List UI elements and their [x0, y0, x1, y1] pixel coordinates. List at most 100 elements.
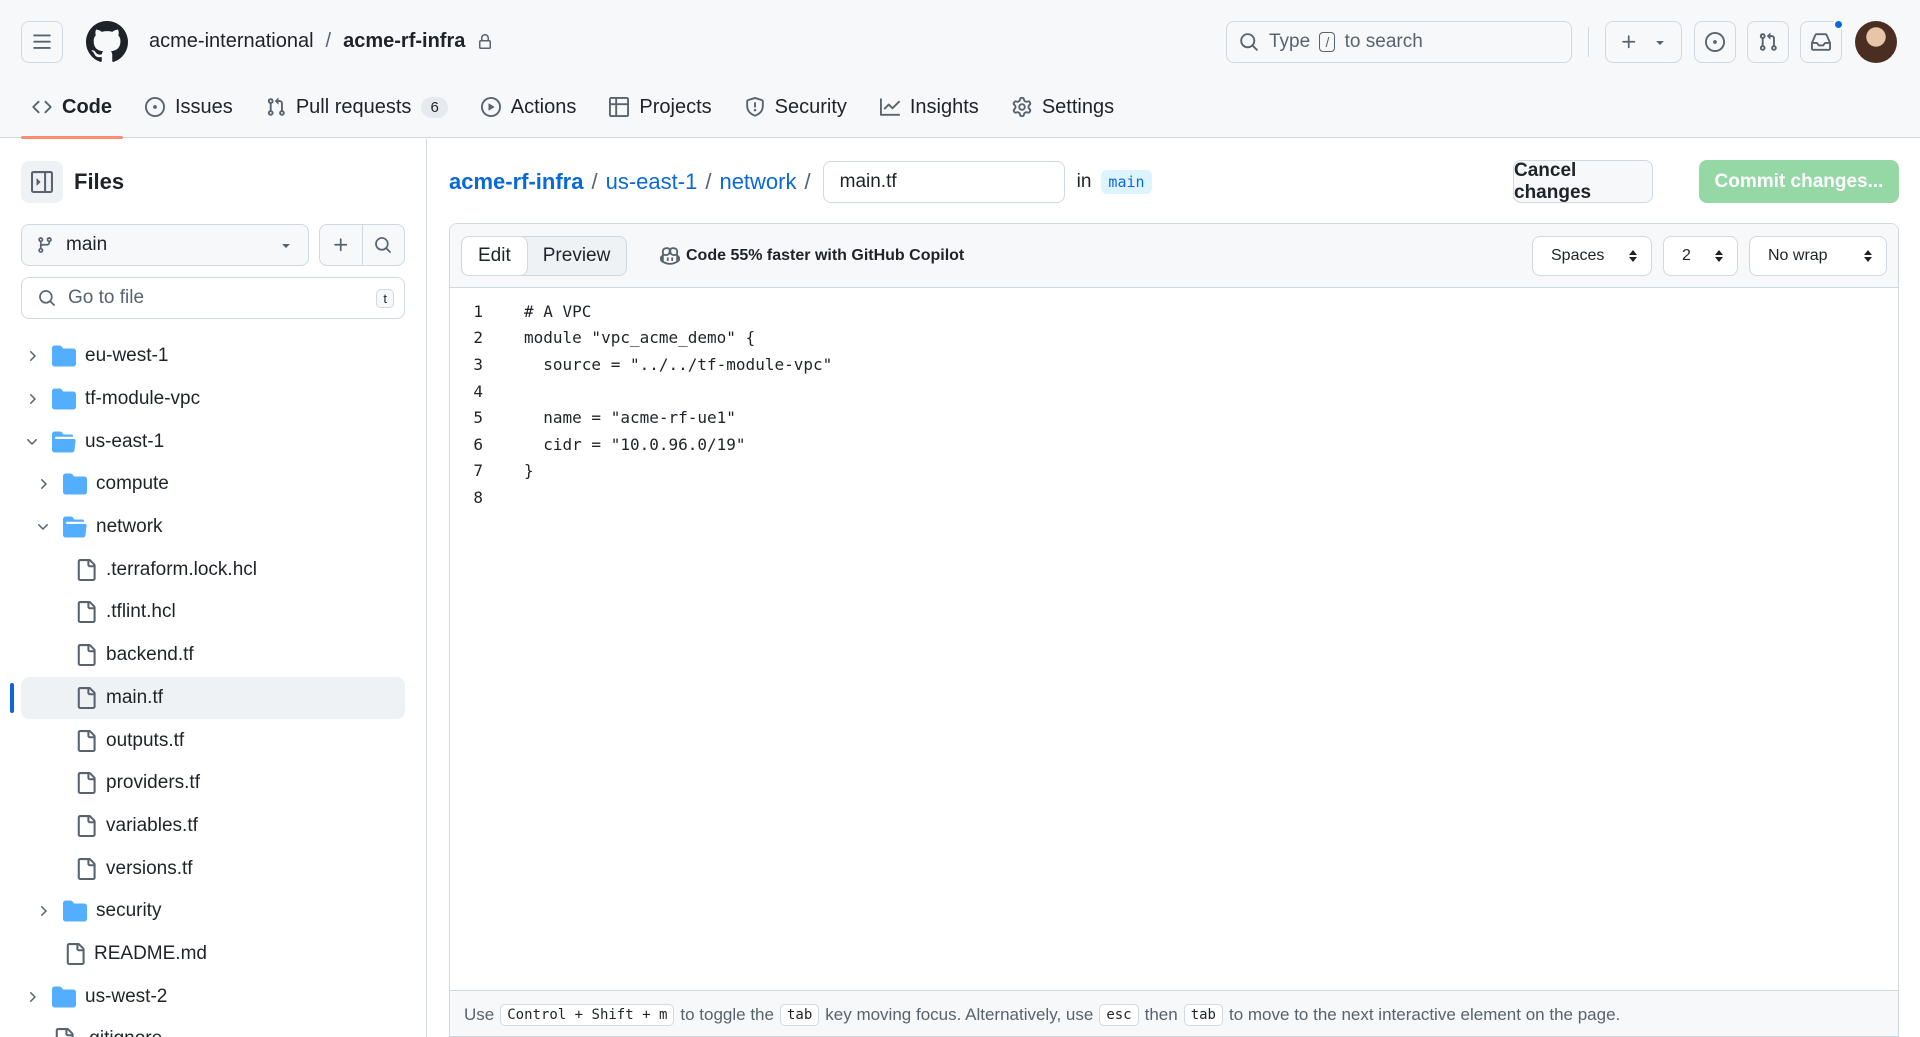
code-line[interactable]: 8: [450, 484, 1898, 511]
filename-input[interactable]: main.tf: [822, 161, 1065, 203]
tree-folder[interactable]: security: [0, 890, 426, 933]
tree-file[interactable]: backend.tf: [0, 634, 426, 677]
code-line[interactable]: 7}: [450, 458, 1898, 485]
tab-code[interactable]: Code: [21, 88, 123, 139]
code-line[interactable]: 2 module "vpc_acme_demo" {: [450, 325, 1898, 352]
tree-item-label: .terraform.lock.hcl: [106, 558, 257, 580]
tree-item-label: variables.tf: [106, 814, 198, 836]
tab-issues[interactable]: Issues: [134, 88, 244, 126]
org-link[interactable]: acme-international: [149, 30, 314, 53]
branch-name: main: [66, 234, 108, 255]
sort-arrows-icon: [1715, 250, 1723, 262]
tree-item-label: outputs.tf: [106, 729, 185, 751]
folder-icon: [52, 985, 76, 1009]
tree-file[interactable]: README.md: [0, 933, 426, 976]
code-line[interactable]: 4: [450, 378, 1898, 405]
code-line[interactable]: 1 # A VPC: [450, 298, 1898, 325]
line-number: 1: [473, 301, 483, 321]
tab-label: Actions: [510, 95, 577, 118]
menu-button[interactable]: [21, 21, 63, 63]
breadcrumb-repo-link[interactable]: acme-rf-infra: [449, 169, 583, 195]
chevron-down-icon[interactable]: [35, 519, 51, 535]
tree-folder[interactable]: us-east-1: [0, 420, 426, 463]
tree-file[interactable]: providers.tf: [0, 762, 426, 805]
tab-insights[interactable]: Insights: [869, 88, 990, 126]
cancel-changes-button[interactable]: Cancel changes: [1513, 160, 1653, 203]
triangle-down-icon: [282, 244, 290, 248]
global-search[interactable]: Type / to search: [1226, 21, 1572, 63]
chevron-right-icon[interactable]: [24, 348, 40, 364]
tree-file[interactable]: .terraform.lock.hcl: [0, 548, 426, 591]
tab-label: Pull requests: [295, 95, 412, 118]
tree-folder[interactable]: compute: [0, 463, 426, 506]
code-line[interactable]: 6 cidr = "10.0.96.0/19": [450, 431, 1898, 458]
tree-file[interactable]: main.tf: [0, 676, 426, 720]
line-number: 5: [473, 408, 483, 428]
tree-folder[interactable]: eu-west-1: [0, 335, 426, 378]
breadcrumb-folder-link[interactable]: network: [719, 169, 796, 195]
go-to-file-placeholder: Go to file: [68, 287, 145, 308]
tab-projects[interactable]: Projects: [598, 88, 722, 126]
go-to-file-shortcut: t: [376, 288, 394, 308]
code-area[interactable]: 1 # A VPC 2 module "vpc_acme_demo" {3 sourc…: [450, 298, 1898, 511]
tab-security[interactable]: Security: [734, 88, 858, 126]
code-icon: [32, 100, 52, 114]
tree-file[interactable]: versions.tf: [0, 847, 426, 890]
tab-settings[interactable]: Settings: [1001, 88, 1125, 126]
chevron-down-icon[interactable]: [24, 434, 40, 450]
play-icon: [480, 97, 501, 117]
breadcrumb-folder-link[interactable]: us-east-1: [606, 169, 698, 195]
code-line[interactable]: 5 name = "acme-rf-ue1": [450, 404, 1898, 431]
repo-context: acme-international / acme-rf-infra: [149, 30, 493, 53]
breadcrumb-separator: /: [804, 169, 811, 194]
tab-pull-requests[interactable]: Pull requests 6: [255, 88, 459, 126]
tab-label: Insights: [909, 95, 979, 118]
shield-icon: [745, 97, 764, 117]
repo-link[interactable]: acme-rf-infra: [343, 30, 465, 53]
breadcrumb-separator: /: [705, 169, 712, 194]
hint-text: to move to the next interactive element …: [1229, 1004, 1621, 1024]
search-icon: [1240, 33, 1258, 51]
search-placeholder: Type / to search: [1269, 31, 1423, 52]
chevron-right-icon[interactable]: [24, 989, 40, 1005]
tab-actions[interactable]: Actions: [470, 88, 588, 126]
issue-opened-icon: [145, 97, 165, 117]
indent-mode-select[interactable]: Spaces: [1532, 236, 1652, 276]
search-icon: [39, 290, 55, 306]
chevron-right-icon[interactable]: [35, 476, 51, 492]
user-avatar[interactable]: [1855, 21, 1897, 63]
hamburger-icon: [33, 34, 51, 49]
chevron-right-icon[interactable]: [35, 903, 51, 919]
code-line[interactable]: 3 source = "../../tf-module-vpc": [450, 351, 1898, 378]
tree-file[interactable]: .gitignore: [0, 1018, 426, 1037]
github-logo-icon[interactable]: [86, 21, 128, 63]
tree-file[interactable]: variables.tf: [0, 805, 426, 848]
file-icon: [74, 686, 98, 710]
copilot-promo[interactable]: Code 55% faster with GitHub Copilot: [660, 246, 964, 266]
go-to-file-input[interactable]: Go to file t: [21, 277, 405, 319]
indent-size-select[interactable]: 2: [1663, 236, 1738, 276]
tree-folder[interactable]: tf-module-vpc: [0, 378, 426, 421]
branch-selector[interactable]: main: [21, 224, 309, 266]
wrap-mode-select[interactable]: No wrap: [1749, 236, 1887, 276]
copilot-promo-text: Code 55% faster with GitHub Copilot: [686, 247, 965, 264]
issues-button[interactable]: [1694, 21, 1736, 63]
tree-item-label: security: [96, 900, 162, 922]
tree-folder[interactable]: us-west-2: [0, 975, 426, 1018]
search-files-button[interactable]: [363, 225, 405, 265]
tree-folder[interactable]: network: [0, 506, 426, 549]
plus-icon: [334, 238, 347, 252]
chevron-right-icon[interactable]: [24, 391, 40, 407]
tree-file[interactable]: .tflint.hcl: [0, 591, 426, 634]
collapse-sidebar-button[interactable]: [21, 161, 63, 203]
pull-requests-button[interactable]: [1747, 21, 1789, 63]
tab-preview[interactable]: Preview: [527, 237, 627, 275]
hint-key: tab: [1183, 1003, 1223, 1026]
add-file-button[interactable]: [320, 225, 363, 265]
create-new-button[interactable]: [1605, 21, 1682, 63]
file-icon: [74, 729, 98, 753]
tab-edit[interactable]: Edit: [461, 236, 528, 276]
tree-file[interactable]: outputs.tf: [0, 719, 426, 762]
commit-changes-button[interactable]: Commit changes...: [1699, 160, 1899, 203]
selected-indicator: [10, 682, 14, 713]
